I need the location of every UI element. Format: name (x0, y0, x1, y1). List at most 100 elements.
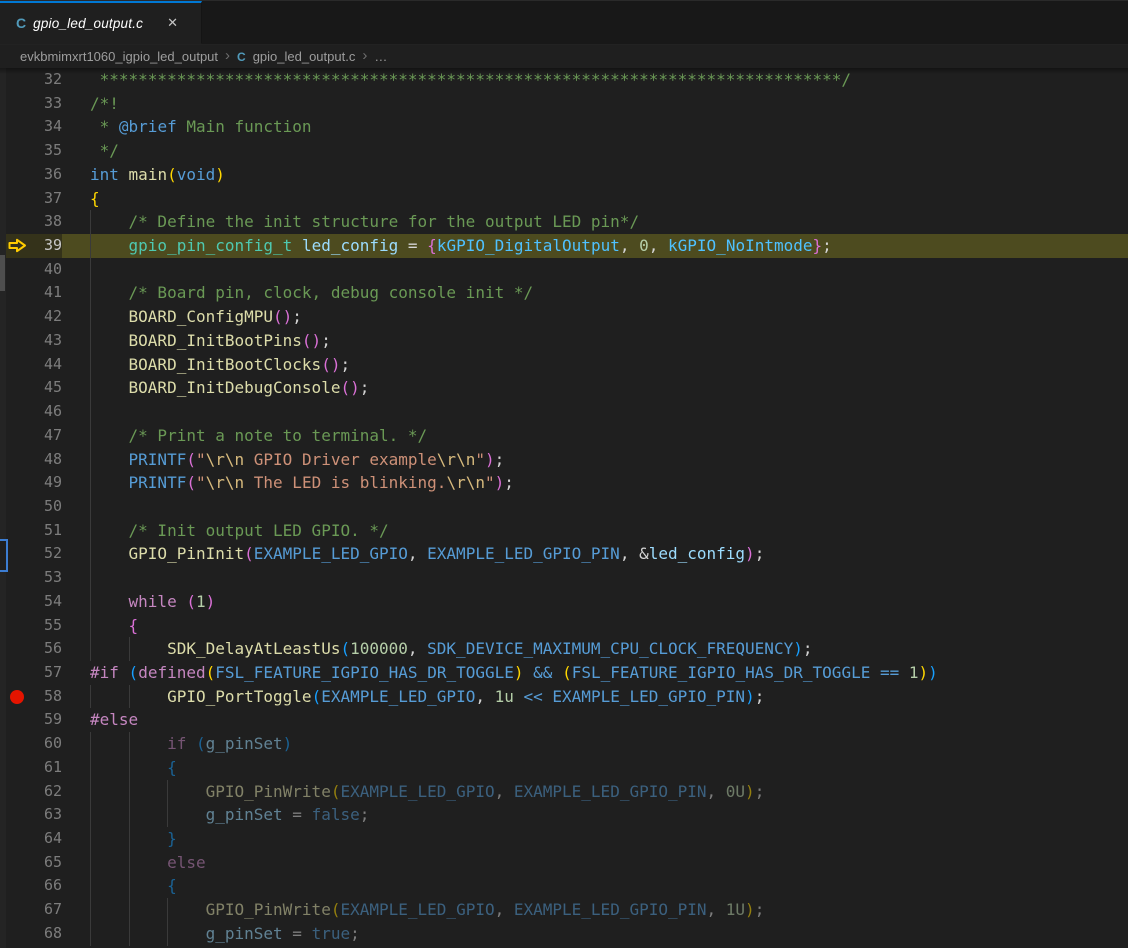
glyph-margin[interactable] (6, 305, 30, 329)
glyph-margin[interactable] (6, 637, 30, 661)
glyph-margin[interactable] (6, 519, 30, 543)
code-line-content[interactable]: /* Define the init structure for the out… (62, 210, 1128, 234)
glyph-margin[interactable] (6, 874, 30, 898)
code-line-68[interactable]: 68 g_pinSet = true; (6, 922, 1128, 946)
code-line-44[interactable]: 44 BOARD_InitBootClocks(); (6, 353, 1128, 377)
breadcrumb-folder[interactable]: evkbmimxrt1060_igpio_led_output (20, 49, 218, 64)
code-line-content[interactable]: GPIO_PinWrite(EXAMPLE_LED_GPIO, EXAMPLE_… (62, 780, 1128, 804)
code-line-content[interactable]: #else (62, 708, 1128, 732)
code-line-content[interactable]: BOARD_InitBootPins(); (62, 329, 1128, 353)
code-line-59[interactable]: 59#else (6, 708, 1128, 732)
breadcrumb-file[interactable]: gpio_led_output.c (253, 49, 356, 64)
code-line-content[interactable]: GPIO_PinWrite(EXAMPLE_LED_GPIO, EXAMPLE_… (62, 898, 1128, 922)
tab-gpio-led-output[interactable]: C gpio_led_output.c ✕ (0, 1, 202, 44)
glyph-margin[interactable] (6, 281, 30, 305)
code-line-content[interactable]: GPIO_PortToggle(EXAMPLE_LED_GPIO, 1u << … (62, 685, 1128, 709)
code-line-content[interactable]: BOARD_ConfigMPU(); (62, 305, 1128, 329)
glyph-margin[interactable] (6, 258, 30, 282)
code-line-50[interactable]: 50 (6, 495, 1128, 519)
glyph-margin[interactable] (6, 448, 30, 472)
code-line-45[interactable]: 45 BOARD_InitDebugConsole(); (6, 376, 1128, 400)
glyph-margin[interactable] (6, 92, 30, 116)
code-line-content[interactable]: else (62, 851, 1128, 875)
glyph-margin[interactable] (6, 922, 30, 946)
code-line-content[interactable]: * @brief Main function (62, 115, 1128, 139)
scrollbar-thumb[interactable] (0, 255, 5, 291)
glyph-margin[interactable] (6, 329, 30, 353)
code-line-content[interactable] (62, 400, 1128, 424)
code-line-content[interactable]: while (1) (62, 590, 1128, 614)
code-line-content[interactable]: ****************************************… (62, 68, 1128, 92)
glyph-margin[interactable] (6, 780, 30, 804)
code-line-content[interactable]: BOARD_InitDebugConsole(); (62, 376, 1128, 400)
code-line-49[interactable]: 49 PRINTF("\r\n The LED is blinking.\r\n… (6, 471, 1128, 495)
code-line-38[interactable]: 38 /* Define the init structure for the … (6, 210, 1128, 234)
code-line-42[interactable]: 42 BOARD_ConfigMPU(); (6, 305, 1128, 329)
code-line-54[interactable]: 54 while (1) (6, 590, 1128, 614)
glyph-margin[interactable] (6, 803, 30, 827)
glyph-margin[interactable] (6, 376, 30, 400)
code-line-content[interactable] (62, 258, 1128, 282)
code-line-48[interactable]: 48 PRINTF("\r\n GPIO Driver example\r\n"… (6, 448, 1128, 472)
glyph-margin[interactable] (6, 115, 30, 139)
code-line-content[interactable]: g_pinSet = false; (62, 803, 1128, 827)
code-line-51[interactable]: 51 /* Init output LED GPIO. */ (6, 519, 1128, 543)
code-line-content[interactable]: /*! (62, 92, 1128, 116)
code-line-62[interactable]: 62 GPIO_PinWrite(EXAMPLE_LED_GPIO, EXAMP… (6, 780, 1128, 804)
code-line-content[interactable]: { (62, 614, 1128, 638)
glyph-margin[interactable] (6, 590, 30, 614)
code-line-content[interactable]: SDK_DelayAtLeastUs(100000, SDK_DEVICE_MA… (62, 637, 1128, 661)
code-line-content[interactable]: gpio_pin_config_t led_config = {kGPIO_Di… (62, 234, 1128, 258)
code-line-37[interactable]: 37{ (6, 187, 1128, 211)
glyph-margin[interactable] (6, 685, 30, 709)
code-line-content[interactable]: /* Init output LED GPIO. */ (62, 519, 1128, 543)
code-line-content[interactable]: { (62, 874, 1128, 898)
code-line-57[interactable]: 57#if (defined(FSL_FEATURE_IGPIO_HAS_DR_… (6, 661, 1128, 685)
code-line-56[interactable]: 56 SDK_DelayAtLeastUs(100000, SDK_DEVICE… (6, 637, 1128, 661)
glyph-margin[interactable] (6, 471, 30, 495)
code-line-55[interactable]: 55 { (6, 614, 1128, 638)
breadcrumb-symbol[interactable]: … (374, 49, 387, 64)
code-line-61[interactable]: 61 { (6, 756, 1128, 780)
glyph-margin[interactable] (6, 614, 30, 638)
glyph-margin[interactable] (6, 542, 30, 566)
code-line-65[interactable]: 65 else (6, 851, 1128, 875)
code-line-43[interactable]: 43 BOARD_InitBootPins(); (6, 329, 1128, 353)
glyph-margin[interactable] (6, 187, 30, 211)
glyph-margin[interactable] (6, 424, 30, 448)
glyph-margin[interactable] (6, 163, 30, 187)
code-line-67[interactable]: 67 GPIO_PinWrite(EXAMPLE_LED_GPIO, EXAMP… (6, 898, 1128, 922)
code-line-63[interactable]: 63 g_pinSet = false; (6, 803, 1128, 827)
code-line-content[interactable]: */ (62, 139, 1128, 163)
code-line-content[interactable]: if (g_pinSet) (62, 732, 1128, 756)
code-line-41[interactable]: 41 /* Board pin, clock, debug console in… (6, 281, 1128, 305)
glyph-margin[interactable] (6, 732, 30, 756)
code-line-content[interactable]: { (62, 187, 1128, 211)
code-line-47[interactable]: 47 /* Print a note to terminal. */ (6, 424, 1128, 448)
code-line-46[interactable]: 46 (6, 400, 1128, 424)
glyph-margin[interactable] (6, 210, 30, 234)
glyph-margin[interactable] (6, 495, 30, 519)
glyph-margin[interactable] (6, 353, 30, 377)
glyph-margin[interactable] (6, 234, 30, 258)
code-line-66[interactable]: 66 { (6, 874, 1128, 898)
glyph-margin[interactable] (6, 827, 30, 851)
code-line-33[interactable]: 33/*! (6, 92, 1128, 116)
code-line-content[interactable]: int main(void) (62, 163, 1128, 187)
glyph-margin[interactable] (6, 400, 30, 424)
code-line-36[interactable]: 36int main(void) (6, 163, 1128, 187)
code-line-60[interactable]: 60 if (g_pinSet) (6, 732, 1128, 756)
close-icon[interactable]: ✕ (164, 14, 181, 32)
code-line-35[interactable]: 35 */ (6, 139, 1128, 163)
code-line-32[interactable]: 32 *************************************… (6, 68, 1128, 92)
code-line-content[interactable]: } (62, 827, 1128, 851)
glyph-margin[interactable] (6, 68, 30, 92)
code-line-content[interactable]: PRINTF("\r\n The LED is blinking.\r\n"); (62, 471, 1128, 495)
code-line-content[interactable]: { (62, 756, 1128, 780)
glyph-margin[interactable] (6, 708, 30, 732)
code-line-52[interactable]: 52 GPIO_PinInit(EXAMPLE_LED_GPIO, EXAMPL… (6, 542, 1128, 566)
glyph-margin[interactable] (6, 139, 30, 163)
glyph-margin[interactable] (6, 661, 30, 685)
code-line-64[interactable]: 64 } (6, 827, 1128, 851)
code-line-content[interactable]: g_pinSet = true; (62, 922, 1128, 946)
